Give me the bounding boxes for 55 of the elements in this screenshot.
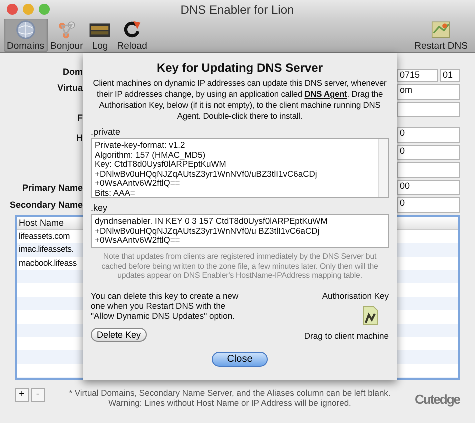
- input-field[interactable]: 0: [397, 144, 460, 160]
- input-field[interactable]: 00: [397, 180, 460, 196]
- key-text-line: +DNlwBv0uHQqNJZqAUtsZ3yr1WnNVf0/uBZ3tlI1vC6aCDj: [95, 170, 318, 179]
- add-button[interactable]: +: [15, 388, 29, 402]
- toolbar-button[interactable]: Reload: [114, 18, 150, 52]
- key-text-line: Private-key-format: v1.2: [95, 141, 186, 150]
- auth-key-label: Authorisation Key: [322, 290, 389, 300]
- intro-text: Client machines on dynamic IP addresses can update this DNS server, whenever their IP addresses change, by using an application called DNS Agent. Drag the Authorisation Key, below (if it is not empty), to the client machine running DNS Agent. Double-click there to install.: [92, 78, 388, 122]
- private-key-area[interactable]: Private-key-format: v1.2 Algorithm: 157 (HMAC_MD5) Key: CtdT8d0Uysf0lARPEptKuWM +DNlwBv0uHQqNJZqAUtsZ3yr1WnNVf0/uBZ3tlI1vC6aCDj +0WsAAntv6W2ftlQ== Bits: AAA=: [91, 138, 389, 198]
- delete-hint-text: You can delete this key to create a new one when you Restart DNS with the "Allow Dynamic DNS Updates" option.: [91, 290, 240, 320]
- field-label: Dom: [62, 67, 83, 79]
- close-button[interactable]: Close: [212, 352, 268, 366]
- globe-icon: [14, 19, 37, 41]
- footnote-text: Warning: Lines without Host Name or IP Address will be ignored.: [108, 398, 352, 408]
- key-text-line: +0WsAAntv6W2ftlQ==: [95, 179, 180, 188]
- key-text-line: +0WsAAntv6W2ftlQ==: [95, 236, 180, 246]
- delete-key-button[interactable]: Delete Key: [91, 328, 148, 342]
- sheet-title: Key for Updating DNS Server: [156, 61, 324, 75]
- document-icon: [363, 306, 379, 326]
- field-label: Primary Name: [21, 183, 83, 195]
- field-label: H: [76, 133, 83, 145]
- key-text-line: Algorithm: 157 (HMAC_MD5): [95, 150, 206, 160]
- input-field[interactable]: 0: [397, 197, 460, 214]
- section-label: .key: [91, 203, 109, 213]
- key-text-line: Bits: AAA=: [95, 188, 136, 197]
- input-field[interactable]: [397, 102, 460, 118]
- window-control-icon[interactable]: [23, 4, 34, 15]
- restart-dns-button[interactable]: Restart DNS: [412, 18, 471, 52]
- section-label: .private: [91, 127, 122, 137]
- input-field[interactable]: 0: [397, 127, 460, 143]
- table-cell: macbook.lifeass: [19, 258, 77, 268]
- window-title: DNS Enabler for Lion: [180, 2, 296, 16]
- key-text-line: +DNlwBv0uHQqNJZqAUtsZ3yr1WnNVf0/u BZ3tlI1vC6aCDj: [95, 226, 320, 236]
- table-cell: lifeassets.com: [19, 231, 70, 241]
- footnote-text: * Virtual Domains, Secondary Name Server, and the Aliases column can be left blank.: [68, 388, 392, 398]
- input-field[interactable]: [397, 162, 460, 178]
- brand-logo: Cutedge: [415, 392, 460, 407]
- window-control-icon[interactable]: [39, 4, 50, 15]
- field-label: Secondary Name: [8, 200, 83, 212]
- toolbar-button[interactable]: Log: [86, 18, 114, 52]
- field-label: Virtua: [56, 83, 83, 95]
- serial-field[interactable]: 0715: [397, 69, 438, 82]
- text-area[interactable]: om: [397, 84, 460, 100]
- serial-field[interactable]: 01: [440, 69, 460, 82]
- table-cell: imac.lifeassets.: [19, 244, 74, 254]
- key-text-line: dyndnsenabler. IN KEY 0 3 157 CtdT8d0Uysf0lARPEptKuWM: [95, 217, 329, 226]
- scrollbar[interactable]: [378, 139, 388, 197]
- key-text-line: Key: CtdT8d0Uysf0lARPEptKuWM: [95, 160, 228, 170]
- map-icon: [430, 19, 452, 41]
- toolbar-button[interactable]: Bonjour: [48, 18, 86, 52]
- toolbar-button[interactable]: Domains: [4, 18, 48, 52]
- drag-hint-label: Drag to client machine: [304, 330, 389, 340]
- public-key-area[interactable]: dyndnsenabler. IN KEY 0 3 157 CtdT8d0Uysf0lARPEptKuWM +DNlwBv0uHQqNJZqAUtsZ3yr1WnNVf0/u BZ3tlI1vC6aCDj +0WsAAntv6W2ftlQ==: [91, 214, 389, 248]
- field-label: F: [76, 113, 83, 125]
- window-control-icon[interactable]: [7, 4, 18, 15]
